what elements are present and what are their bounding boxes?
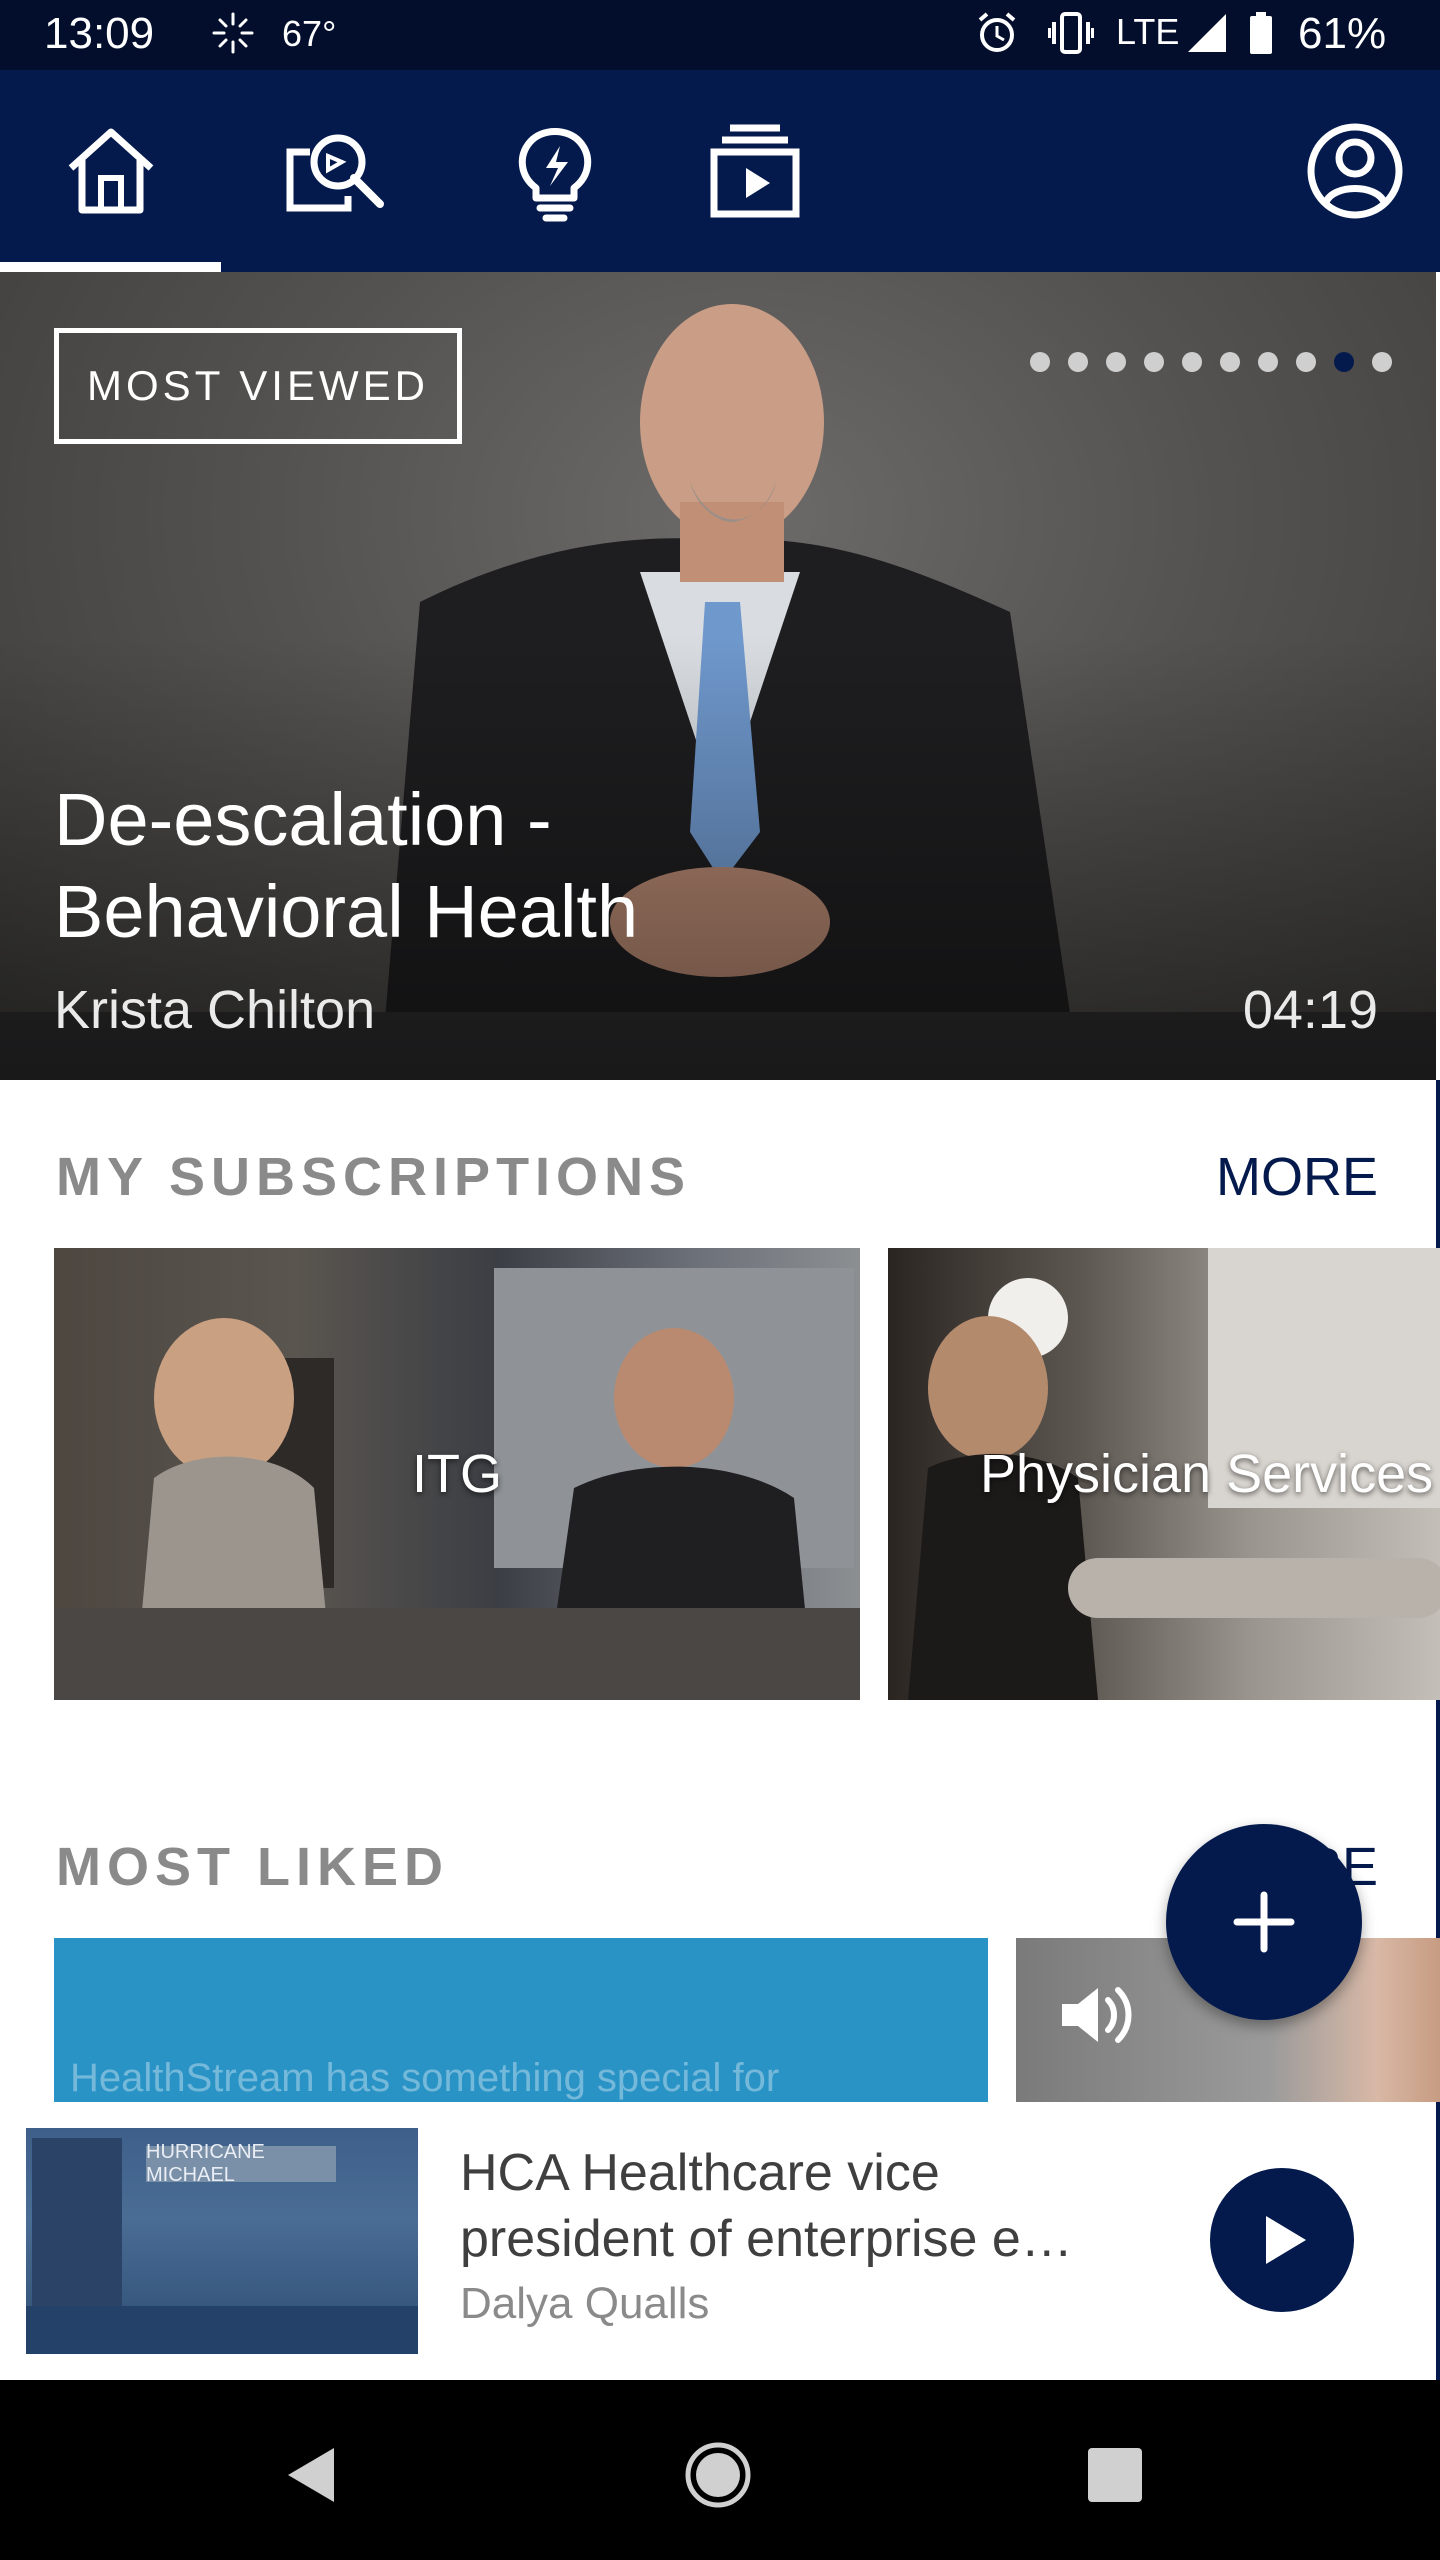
tab-playlists[interactable]	[690, 70, 820, 272]
carousel-dot[interactable]	[1182, 352, 1202, 372]
carousel-dot[interactable]	[1030, 352, 1050, 372]
tab-ideas[interactable]	[490, 70, 620, 272]
subscription-card-itg[interactable]: ITG	[54, 1248, 860, 1700]
carousel-dot[interactable]	[1068, 352, 1088, 372]
status-time: 13:09	[44, 9, 155, 58]
carousel-dot[interactable]	[1144, 352, 1164, 372]
playlist-icon	[710, 124, 800, 218]
lightbulb-icon	[518, 128, 592, 222]
vibrate-icon	[1048, 12, 1094, 54]
mini-player-author: Dalya Qualls	[460, 2279, 710, 2328]
subscription-card-label: ITG	[412, 1444, 502, 1504]
subscription-card-physician-services[interactable]: Physician Services	[888, 1248, 1440, 1700]
most-liked-card-teaser: HealthStream has something special for	[70, 2056, 780, 2100]
volume-icon	[1062, 1987, 1132, 2043]
signal-icon	[1188, 14, 1226, 52]
home-button-icon[interactable]	[683, 2440, 753, 2510]
tab-home[interactable]	[0, 70, 221, 272]
weather-icon	[212, 12, 254, 54]
battery-icon	[1250, 12, 1272, 54]
thumbnail-forecast-strip	[26, 2306, 418, 2354]
system-nav-bar	[0, 2380, 1440, 2560]
carousel-dot[interactable]	[1106, 352, 1126, 372]
mini-player-title: HCA Healthcare vice president of enterpr…	[460, 2144, 1073, 2268]
carousel-dot[interactable]	[1296, 352, 1316, 372]
carousel-dot[interactable]	[1220, 352, 1240, 372]
recents-icon[interactable]	[1080, 2440, 1150, 2510]
selected-tab-indicator	[0, 262, 221, 272]
carousel-dot[interactable]	[1334, 352, 1354, 372]
tab-search[interactable]	[270, 70, 400, 272]
status-battery: 61%	[1298, 9, 1387, 58]
status-bar: 13:09 67° LTE 61%	[0, 0, 1440, 70]
play-icon	[1266, 2216, 1306, 2264]
thumbnail-banner: HURRICANE MICHAEL	[146, 2141, 336, 2186]
search-icon	[286, 134, 384, 212]
add-button[interactable]	[1166, 1824, 1362, 2020]
carousel-indicator	[1030, 352, 1392, 372]
subscriptions-heading: MY SUBSCRIPTIONS	[56, 1147, 692, 1207]
most-liked-card-1[interactable]: HealthStream has something special for	[54, 1938, 988, 2102]
hero-author: Krista Chilton	[54, 980, 376, 1040]
subscription-card-label: Physician Services	[980, 1444, 1434, 1504]
mini-player-thumbnail: HURRICANE MICHAEL	[26, 2128, 418, 2354]
status-network: LTE	[1116, 11, 1180, 52]
most-liked-heading: MOST LIKED	[56, 1837, 449, 1897]
hero-carousel[interactable]: MOST VIEWED De-escalation - Behavioral H…	[0, 272, 1436, 1080]
back-icon[interactable]	[278, 2440, 348, 2510]
status-temperature: 67°	[282, 13, 337, 54]
play-button[interactable]	[1210, 2168, 1354, 2312]
carousel-dot[interactable]	[1372, 352, 1392, 372]
top-nav-bar	[0, 70, 1440, 272]
alarm-icon	[978, 12, 1016, 52]
hero-duration: 04:19	[1242, 980, 1378, 1040]
carousel-dot[interactable]	[1258, 352, 1278, 372]
plus-icon	[1233, 1891, 1295, 1953]
profile-icon	[1307, 123, 1403, 219]
most-viewed-badge: MOST VIEWED	[54, 328, 462, 444]
tab-profile[interactable]	[1290, 70, 1420, 272]
mini-player[interactable]: HURRICANE MICHAEL HCA Healthcare vice pr…	[0, 2102, 1436, 2380]
subscriptions-more-link[interactable]: MORE	[1216, 1146, 1378, 1208]
home-icon	[68, 128, 153, 214]
hero-title: De-escalation - Behavioral Health	[54, 778, 639, 953]
